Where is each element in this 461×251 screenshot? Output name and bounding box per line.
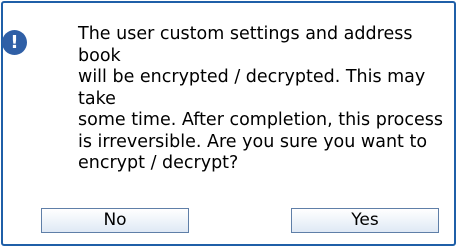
exclamation-icon: ! xyxy=(2,30,27,55)
dialog-message: The user custom settings and address boo… xyxy=(78,24,443,173)
confirm-dialog: ! The user custom settings and address b… xyxy=(1,1,456,246)
yes-button[interactable]: Yes xyxy=(291,208,439,233)
no-button[interactable]: No xyxy=(41,208,189,233)
